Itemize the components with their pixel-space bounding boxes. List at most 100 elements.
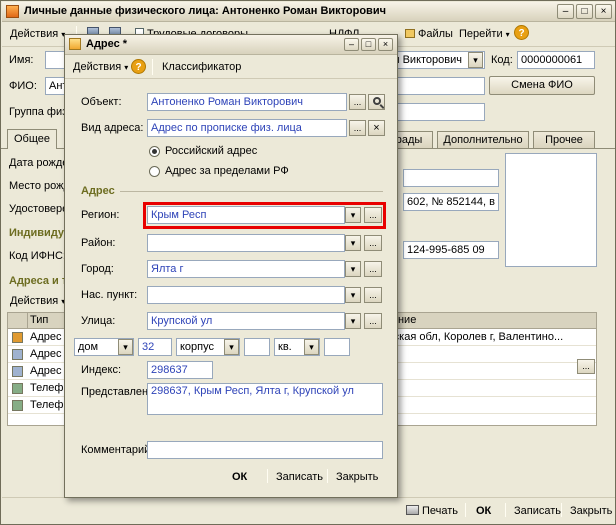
- kind-field[interactable]: Адрес по прописке физ. лица: [147, 119, 347, 137]
- foreign-address-radio[interactable]: [149, 166, 160, 177]
- maximize-icon[interactable]: □: [576, 4, 593, 19]
- street-value: Крупской ул: [151, 315, 213, 327]
- dialog-titlebar[interactable]: Адрес * – □ ×: [65, 35, 397, 55]
- comment-field[interactable]: [147, 441, 383, 459]
- help-icon[interactable]: ?: [514, 25, 529, 40]
- building-number-field[interactable]: [244, 338, 270, 356]
- main-window-title: Личные данные физического лица: Антоненк…: [24, 5, 386, 17]
- files-button[interactable]: Файлы: [400, 24, 458, 44]
- name-dropdown-button[interactable]: ▾: [468, 52, 483, 68]
- chevron-down-icon: ▾: [505, 30, 510, 39]
- button-separator: [561, 503, 562, 517]
- minimize-icon[interactable]: –: [344, 38, 359, 51]
- document-number-field[interactable]: 602, № 852144, в ...: [403, 193, 499, 211]
- building-kind-dropdown-button[interactable]: ▾: [224, 339, 239, 355]
- document-series-field[interactable]: [403, 169, 499, 187]
- city-field[interactable]: Ялта г: [147, 260, 345, 278]
- close-button[interactable]: Закрыть: [565, 501, 616, 521]
- city-dropdown-button[interactable]: ▾: [345, 261, 361, 277]
- form-icon: [69, 38, 81, 50]
- files-icon: [405, 29, 415, 38]
- object-more-button[interactable]: ...: [349, 94, 366, 110]
- dialog-ok-button[interactable]: ОК: [227, 467, 252, 487]
- files-label: Файлы: [418, 28, 453, 40]
- code-value: 0000000061: [521, 54, 583, 66]
- addresses-actions-button[interactable]: Действия ▾: [5, 292, 70, 310]
- city-more-button[interactable]: ...: [364, 261, 382, 277]
- flat-number-field[interactable]: [324, 338, 350, 356]
- address-type-icon: [12, 332, 23, 343]
- street-field[interactable]: Крупской ул: [147, 312, 345, 330]
- region-field[interactable]: Крым Респ: [147, 206, 345, 224]
- dialog-actions-button[interactable]: Действия ▾: [68, 57, 133, 77]
- maximize-icon[interactable]: □: [361, 38, 376, 51]
- district-dropdown-button[interactable]: ▾: [345, 235, 361, 251]
- city-value: Ялта г: [151, 263, 184, 275]
- addresses-actions-label: Действия: [10, 295, 59, 307]
- document-number-value: 602, № 852144, в ...: [407, 196, 499, 208]
- close-icon[interactable]: ×: [378, 38, 393, 51]
- settlement-field[interactable]: [147, 286, 345, 304]
- code-field[interactable]: 0000000061: [517, 51, 595, 69]
- chevron-down-icon: ▾: [124, 63, 129, 72]
- col-type-header: Тип: [30, 314, 49, 326]
- goto-label: Перейти: [459, 28, 503, 40]
- flat-kind-dropdown-button[interactable]: ▾: [304, 339, 319, 355]
- tab-dopolnitelno[interactable]: Дополнительно: [437, 131, 529, 149]
- street-dropdown-button[interactable]: ▾: [345, 313, 361, 329]
- tab-obshchee[interactable]: Общее: [7, 129, 57, 149]
- region-more-button[interactable]: ...: [364, 207, 382, 223]
- tab-prochee[interactable]: Прочее: [533, 131, 595, 149]
- address-type-icon: [12, 349, 23, 360]
- photo-area[interactable]: [505, 153, 597, 267]
- goto-menu-button[interactable]: Перейти ▾: [454, 24, 515, 44]
- foreign-address-label: Адрес за пределами РФ: [165, 165, 289, 177]
- presentation-field[interactable]: 298637, Крым Респ, Ялта г, Крупской ул: [147, 383, 383, 415]
- close-icon[interactable]: ×: [595, 4, 612, 19]
- district-field[interactable]: [147, 234, 345, 252]
- object-field[interactable]: Антоненко Роман Викторович: [147, 93, 347, 111]
- street-label: Улица:: [81, 315, 116, 327]
- presentation-value: 298637, Крым Респ, Ялта г, Крупской ул: [151, 385, 354, 397]
- house-number-field[interactable]: 32: [138, 338, 172, 356]
- building-kind-value: корпус: [180, 341, 215, 353]
- street-more-button[interactable]: ...: [364, 313, 382, 329]
- dialog-save-button[interactable]: Записать: [271, 467, 328, 487]
- russian-address-radio[interactable]: [149, 146, 160, 157]
- toolbar-separator: [152, 59, 153, 75]
- pfr-number-field[interactable]: 124-995-685 09: [403, 241, 499, 259]
- city-label: Город:: [81, 263, 114, 275]
- dialog-title: Адрес *: [86, 38, 128, 50]
- minimize-icon[interactable]: –: [557, 4, 574, 19]
- classifier-button[interactable]: Классификатор: [157, 57, 246, 77]
- pfr-number-value: 124-995-685 09: [407, 244, 485, 256]
- dialog-toolbar: Действия ▾ ? Классификатор: [65, 55, 397, 79]
- object-search-button[interactable]: [368, 94, 385, 110]
- flat-kind-value: кв.: [278, 341, 292, 353]
- fio-label: ФИО:: [9, 80, 37, 92]
- save-button[interactable]: Записать: [509, 501, 566, 521]
- change-fio-button[interactable]: Смена ФИО: [489, 76, 595, 95]
- kind-more-button[interactable]: ...: [349, 120, 366, 136]
- zip-field[interactable]: 298637: [147, 361, 213, 379]
- settlement-dropdown-button[interactable]: ▾: [345, 287, 361, 303]
- dialog-close-button[interactable]: Закрыть: [331, 467, 383, 487]
- kind-clear-button[interactable]: ×: [368, 120, 385, 136]
- main-titlebar[interactable]: Личные данные физического лица: Антоненк…: [2, 2, 615, 22]
- print-button[interactable]: Печать: [401, 501, 463, 521]
- actions-label: Действия: [10, 28, 59, 40]
- kind-label: Вид адреса:: [81, 122, 144, 134]
- ok-button[interactable]: ОК: [471, 501, 496, 521]
- object-value: Антоненко Роман Викторович: [151, 96, 304, 108]
- settlement-more-button[interactable]: ...: [364, 287, 382, 303]
- help-icon[interactable]: ?: [131, 59, 146, 74]
- district-more-button[interactable]: ...: [364, 235, 382, 251]
- table-edit-button[interactable]: ...: [577, 359, 595, 374]
- code-label: Код:: [491, 54, 513, 66]
- name-label: Имя:: [9, 54, 34, 66]
- actions-menu-button[interactable]: Действия ▾: [5, 24, 70, 44]
- region-dropdown-button[interactable]: ▾: [345, 207, 361, 223]
- printer-icon: [406, 505, 419, 515]
- house-kind-dropdown-button[interactable]: ▾: [118, 339, 133, 355]
- russian-address-label: Российский адрес: [165, 145, 258, 157]
